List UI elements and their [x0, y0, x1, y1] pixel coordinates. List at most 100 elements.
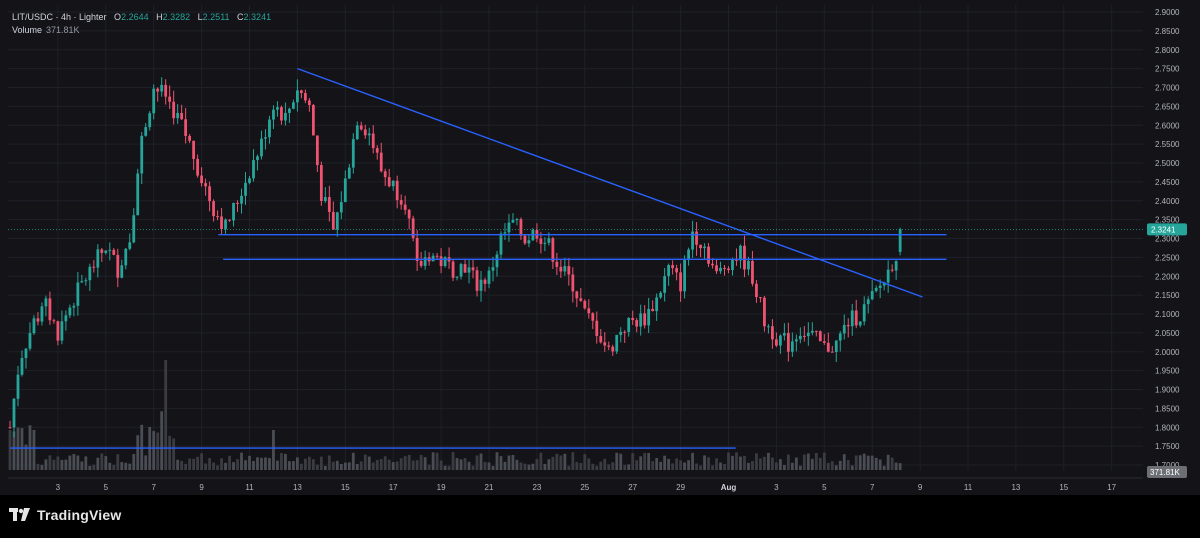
candle-body — [603, 342, 607, 346]
candle-body — [826, 342, 830, 352]
candle-body — [675, 268, 679, 273]
volume-bar — [180, 460, 184, 470]
close-value: 2.3241 — [243, 12, 272, 22]
candle-body — [339, 202, 343, 213]
volume-bar — [655, 458, 659, 470]
price-tick-label: 1.9000 — [1155, 386, 1180, 395]
candle-body — [495, 254, 499, 268]
candle-body — [168, 96, 172, 102]
volume-bar — [40, 464, 44, 470]
candle-body — [180, 112, 184, 120]
volume-bar — [36, 463, 40, 470]
candle-body — [607, 345, 611, 347]
candle-body — [399, 200, 403, 205]
candle-body — [192, 140, 196, 159]
candle-body — [128, 242, 132, 249]
volume-bar — [124, 462, 128, 470]
volume-bar — [603, 458, 607, 470]
candle-body — [890, 269, 894, 271]
candle-body — [846, 324, 850, 327]
candle-body — [854, 310, 858, 326]
candle-body — [407, 209, 411, 219]
volume-bar — [80, 461, 84, 470]
price-tick-label: 2.5000 — [1155, 159, 1180, 168]
footer: TradingView — [0, 495, 1200, 538]
volume-bar — [786, 454, 790, 470]
price-tick-label: 2.1000 — [1155, 310, 1180, 319]
candle-body — [743, 245, 746, 270]
candle-body — [507, 222, 511, 233]
volume-bar — [319, 456, 323, 470]
volume-bar — [775, 462, 778, 470]
volume-bar — [559, 455, 563, 470]
candle-body — [319, 165, 323, 201]
volume-bar — [599, 461, 603, 470]
candle-body — [503, 232, 507, 234]
candle-body — [248, 178, 251, 183]
volume-bar — [112, 464, 116, 470]
candle-body — [483, 279, 487, 284]
volume-bar — [100, 453, 104, 470]
candle-body — [763, 297, 766, 327]
volume-bar — [571, 452, 575, 470]
volume-bar — [747, 462, 750, 470]
price-tick-label: 2.6000 — [1155, 121, 1180, 130]
volume-bar — [288, 461, 291, 470]
price-tick-label: 1.7500 — [1155, 442, 1180, 451]
candle-body — [72, 305, 76, 308]
date-tick-label: 13 — [293, 483, 302, 492]
volume-bar — [567, 465, 571, 470]
volume-bar — [403, 456, 407, 470]
volume-bar — [431, 452, 435, 470]
candle-body — [886, 269, 890, 283]
date-tick-label: 5 — [822, 483, 827, 492]
volume-bar — [535, 458, 539, 470]
volume-bar — [160, 411, 164, 470]
candle-body — [256, 156, 259, 161]
time-axis[interactable]: 3 5 7 9 11 13 15 17 19 21 23 25 27 29 Aug 3 5 7 9 11 13 15 17 — [8, 477, 1143, 492]
chart-area[interactable]: 2.9000 2.8500 2.8000 2.7500 2.7000 2.6500 2.60… — [0, 0, 1200, 495]
volume-bar — [782, 465, 786, 470]
tradingview-logo-icon — [9, 508, 30, 521]
volume-bar — [56, 456, 60, 470]
candle-body — [767, 326, 770, 328]
candle-body — [802, 335, 806, 337]
price-axis[interactable]: 2.9000 2.8500 2.8000 2.7500 2.7000 2.6500 2.60… — [1147, 8, 1187, 478]
volume-bar — [771, 457, 774, 470]
candle-body — [703, 246, 706, 249]
volume-bar — [699, 465, 702, 470]
candle-body — [627, 317, 631, 332]
volume-bar — [886, 454, 890, 470]
candle-body — [643, 313, 647, 326]
volume-bar — [264, 457, 267, 470]
candle-body — [112, 249, 116, 255]
volume-bar — [128, 463, 132, 470]
tradingview-logo[interactable]: TradingView — [9, 507, 121, 523]
candle-body — [371, 133, 375, 149]
candle-body — [84, 280, 88, 282]
candle-body — [208, 186, 211, 202]
candle-body — [471, 267, 475, 271]
volume-bar — [555, 453, 559, 470]
volume-bar — [379, 459, 383, 470]
volume-bar — [739, 456, 742, 470]
candle-body — [264, 137, 267, 139]
volume-bar — [818, 457, 822, 470]
volume-badge-text: 371.81K — [1150, 468, 1180, 477]
price-tick-label: 2.4000 — [1155, 197, 1180, 206]
volume-bar — [850, 465, 854, 470]
volume-bar — [248, 455, 251, 470]
candle-body — [475, 270, 479, 291]
candle-body — [759, 297, 762, 299]
date-tick-label: 3 — [774, 483, 779, 492]
price-tick-label: 1.9500 — [1155, 367, 1180, 376]
volume-bar — [415, 460, 419, 470]
volume-bar — [727, 452, 730, 470]
price-chart[interactable]: 2.9000 2.8500 2.8000 2.7500 2.7000 2.6500 2.60… — [0, 0, 1200, 495]
volume-bar — [547, 459, 551, 470]
volume-bar — [495, 452, 499, 470]
candle-body — [92, 266, 96, 268]
volume-bar — [790, 462, 794, 470]
candle-body — [315, 135, 319, 166]
volume-bar — [435, 452, 439, 470]
